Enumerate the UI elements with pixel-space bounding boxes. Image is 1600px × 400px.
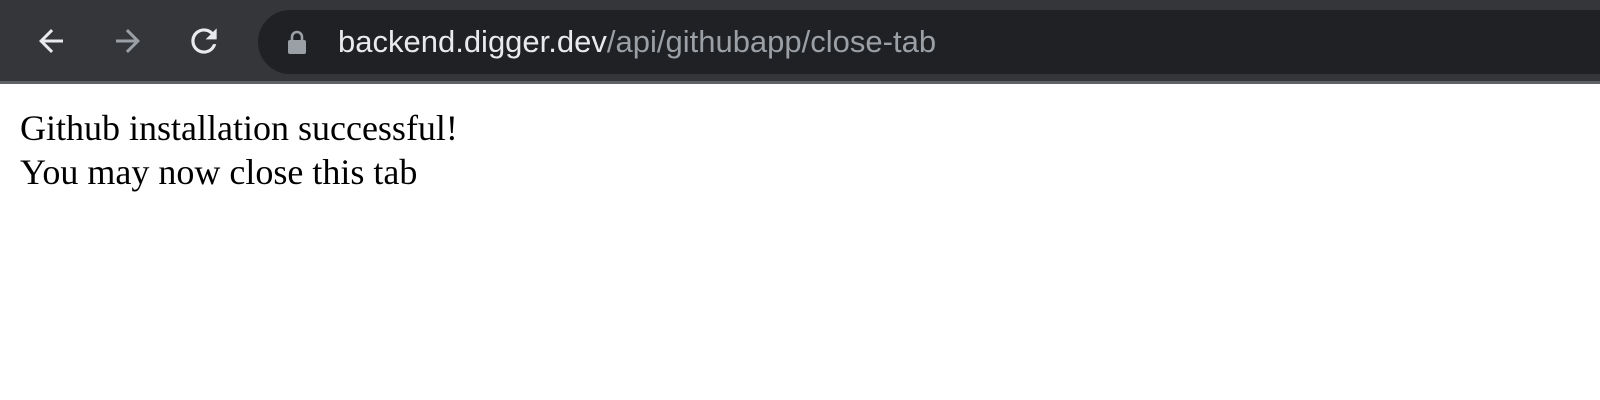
forward-button[interactable]: [107, 20, 149, 62]
address-bar[interactable]: backend.digger.dev/api/githubapp/close-t…: [258, 10, 1600, 74]
url-path: /api/githubapp/close-tab: [606, 24, 937, 59]
close-tab-message: You may now close this tab: [20, 152, 418, 192]
back-button[interactable]: [30, 20, 72, 62]
url-host: backend.digger.dev: [338, 24, 607, 59]
page-content: Github installation successful! You may …: [20, 106, 458, 194]
browser-toolbar: backend.digger.dev/api/githubapp/close-t…: [0, 0, 1600, 84]
reload-button[interactable]: [183, 20, 225, 62]
lock-icon[interactable]: [286, 30, 308, 54]
arrow-left-icon: [39, 29, 63, 53]
arrow-right-icon: [116, 29, 140, 53]
success-message: Github installation successful!: [20, 108, 458, 148]
url-text[interactable]: backend.digger.dev/api/githubapp/close-t…: [338, 24, 936, 60]
reload-icon: [191, 28, 217, 54]
